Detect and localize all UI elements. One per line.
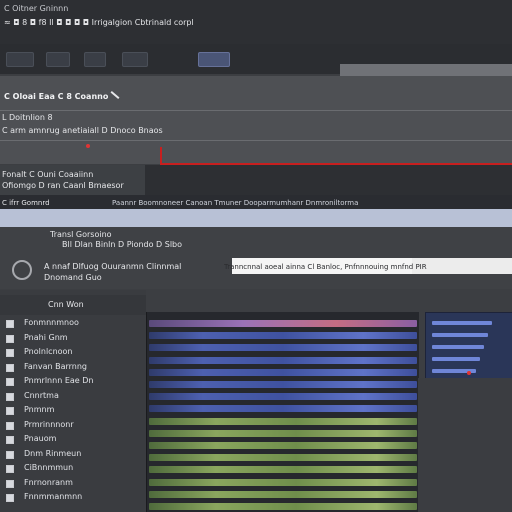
preview-line (432, 357, 480, 361)
data-grid[interactable] (146, 312, 419, 512)
row-checkbox[interactable] (6, 378, 14, 386)
header-line-3: C arm amnrug anetiaiall D Dnoco Bnaos (2, 126, 163, 135)
data-row[interactable] (149, 442, 417, 449)
toolbar-button-2[interactable] (46, 52, 70, 67)
subheader-right (145, 165, 512, 195)
list-item[interactable]: Cnnrtma (24, 391, 59, 401)
data-row[interactable] (149, 393, 417, 401)
menu-bar[interactable]: ≈ ◘ 8 ◘ f8 Il ◘ ◘ ◘ ◘ Irrigalgion Cbtrin… (4, 18, 194, 28)
list-item[interactable]: Fnnmmanmnn (24, 492, 82, 502)
list-item[interactable]: Dnm Rinmeun (24, 449, 81, 459)
preview-line (432, 321, 492, 325)
red-marker-icon (86, 144, 90, 148)
row-checkbox[interactable] (6, 320, 14, 328)
toolbar-search-strip[interactable] (340, 64, 512, 76)
header-line-4: Fonalt C Ouni Coaaiinn (2, 170, 94, 179)
list-item[interactable]: Pnauom (24, 434, 56, 444)
data-row[interactable] (149, 332, 417, 340)
tabs[interactable]: Paannr Boomnoneer Canoan Tmuner Dooparmu… (112, 198, 358, 208)
toolbar-button-4[interactable] (122, 52, 148, 67)
data-row[interactable] (149, 368, 417, 376)
list-item[interactable]: Pnahi Gnm (24, 333, 68, 343)
list-item[interactable]: Pnolnlcnoon (24, 347, 73, 357)
row-checkbox[interactable] (6, 392, 14, 401)
list-item[interactable]: Fanvan Barrnng (24, 362, 87, 372)
list-item[interactable]: Fonmnnmnoo (24, 318, 79, 328)
row-checkbox[interactable] (6, 421, 14, 430)
data-row[interactable] (149, 381, 417, 388)
data-row[interactable] (149, 466, 417, 474)
list-item[interactable]: Pnmnm (24, 405, 54, 415)
row-checkbox[interactable] (6, 494, 14, 502)
header-line-1: C Oloai Eaa C 8 Coanno (4, 92, 109, 101)
preview-panel (425, 312, 512, 380)
data-row[interactable] (149, 478, 417, 486)
list-item[interactable]: Pnmrlnnn Eae Dn (24, 376, 93, 386)
data-row[interactable] (149, 344, 417, 352)
row-checkbox[interactable] (6, 407, 14, 415)
list-item[interactable]: CiBnnmmun (24, 463, 73, 473)
toolbar-button-1[interactable] (6, 52, 34, 67)
toolbar-button-5[interactable] (198, 52, 230, 67)
data-row[interactable] (149, 490, 417, 498)
window-title: C Oitner Gninnn (4, 4, 69, 13)
header-line-6: C ifrr Gomnrd (2, 199, 50, 207)
row-checkbox[interactable] (6, 363, 14, 372)
red-marker-icon (467, 371, 471, 375)
header-line-2: L Doitnlion 8 (2, 113, 53, 122)
data-row[interactable] (149, 503, 417, 510)
preview-empty (418, 378, 512, 512)
divider (0, 140, 512, 141)
list-item[interactable]: Prmrinnnonr (24, 420, 74, 430)
data-row[interactable] (149, 454, 417, 462)
avatar (12, 260, 32, 280)
info-subtitle: Bll Dlan Binln D Piondo D Slbo (62, 240, 183, 249)
info-name: A nnaf Dlfuog Ouuranmn Clinnmal (44, 262, 182, 271)
data-row[interactable] (149, 405, 417, 413)
breadcrumb: Transl Gorsoino (50, 230, 112, 239)
data-row[interactable] (149, 429, 417, 437)
selection-band (0, 209, 512, 227)
toolbar-button-3[interactable] (84, 52, 106, 67)
data-row[interactable] (149, 320, 417, 327)
row-checkbox[interactable] (6, 349, 14, 357)
list-item[interactable]: Fnrnonranm (24, 478, 73, 488)
info-subline: Dnomand Guo (44, 273, 102, 282)
data-row[interactable] (149, 356, 417, 364)
preview-line (432, 345, 484, 349)
row-checkbox[interactable] (6, 334, 14, 343)
row-checkbox[interactable] (6, 450, 14, 459)
list-header-label: Cnn Won (48, 300, 84, 309)
title-text: Tranncnnal aoeal ainna Cl Banloc, Pnfnnn… (224, 263, 427, 271)
row-checkbox[interactable] (6, 465, 14, 473)
header-panel (0, 76, 512, 164)
row-checkbox[interactable] (6, 479, 14, 488)
row-checkbox[interactable] (6, 436, 14, 444)
header-line-5: Ofiomgo D ran Caanl Bmaesor (2, 181, 124, 190)
preview-line (432, 333, 488, 337)
divider (0, 110, 512, 111)
data-row[interactable] (149, 417, 417, 425)
